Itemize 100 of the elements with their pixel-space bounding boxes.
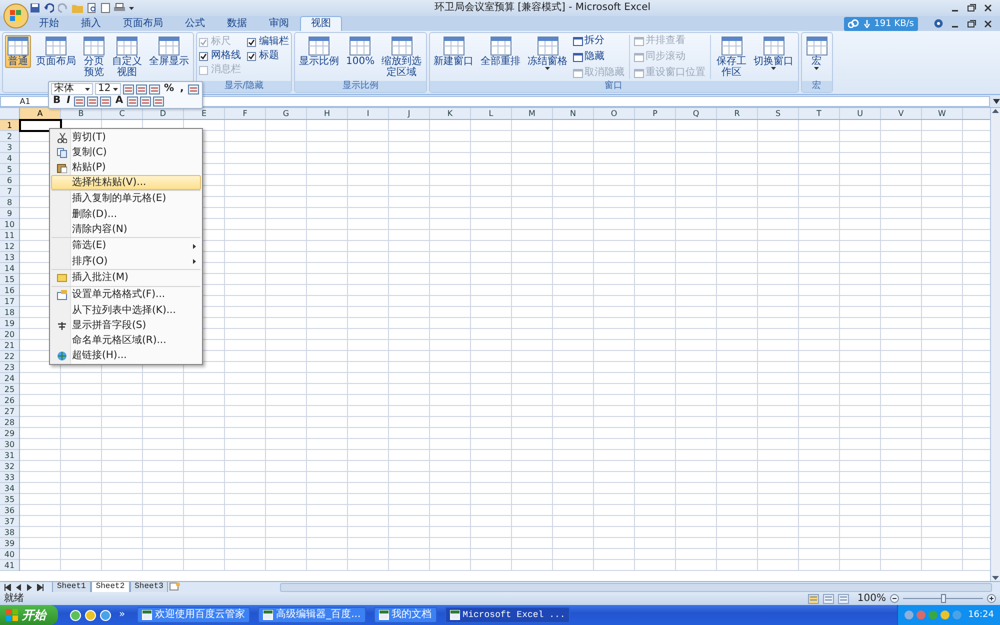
ribbon-button[interactable]: 宏 (804, 35, 830, 71)
document-icon[interactable] (101, 3, 110, 13)
toolbar-button[interactable]: I (64, 95, 72, 107)
ribbon-button[interactable]: 普通 (5, 35, 31, 68)
row-header[interactable]: 10 (0, 219, 19, 230)
column-header[interactable]: W (922, 108, 963, 119)
row-header[interactable]: 33 (0, 472, 19, 483)
restore-icon[interactable] (967, 4, 976, 12)
checkbox[interactable] (199, 52, 208, 60)
ribbon-tab[interactable]: 插入 (70, 16, 112, 31)
taskbar-button[interactable]: 我的文档 (374, 607, 437, 623)
ribbon-tab[interactable]: 公式 (174, 16, 216, 31)
caret-icon[interactable] (129, 6, 134, 10)
zoom-out-icon[interactable] (890, 594, 899, 603)
row-header[interactable]: 40 (0, 549, 19, 560)
column-header[interactable]: A (20, 108, 61, 119)
page-break-icon[interactable] (838, 594, 850, 604)
column-header[interactable]: O (594, 108, 635, 119)
slider-thumb[interactable] (940, 594, 946, 603)
sheet-tab[interactable]: Sheet3 (130, 582, 168, 592)
row-header[interactable]: 35 (0, 494, 19, 505)
row-header[interactable]: 34 (0, 483, 19, 494)
row-header[interactable]: 12 (0, 241, 19, 252)
menu-item[interactable]: 插入复制的单元格(E) (51, 190, 201, 207)
page-layout-icon[interactable] (823, 594, 834, 604)
row-header[interactable]: 18 (0, 307, 19, 318)
close-icon[interactable] (984, 4, 992, 12)
column-header[interactable]: F (225, 108, 266, 119)
toolbar-button[interactable]: % (162, 83, 176, 95)
zoom-in-icon[interactable] (987, 594, 996, 603)
ribbon-tab[interactable]: 数据 (216, 16, 258, 31)
ribbon-button[interactable]: 保存工作区 (714, 35, 749, 79)
row-header[interactable]: 1 (0, 120, 19, 131)
column-header[interactable]: I (348, 108, 389, 119)
expand-icon[interactable] (993, 98, 1000, 104)
ribbon-button[interactable]: 隐藏 (572, 51, 625, 63)
insert-sheet-icon[interactable] (168, 582, 182, 590)
ribbon-button[interactable]: 显示比例 (297, 35, 341, 68)
menu-item[interactable]: 显示拼音字段(S) (51, 318, 201, 333)
horizontal-scrollbar[interactable] (280, 582, 992, 592)
column-header[interactable]: J (389, 108, 430, 119)
menu-item[interactable]: 清除内容(N) (51, 222, 201, 237)
format-icon[interactable] (188, 84, 199, 94)
row-header[interactable]: 28 (0, 417, 19, 428)
taskbar-button[interactable]: 高级编辑器_百度... (258, 607, 366, 623)
save-icon[interactable] (30, 3, 40, 13)
taskbar-button[interactable]: Microsoft Excel ... (444, 607, 570, 623)
checkbox[interactable] (247, 52, 256, 60)
row-header[interactable]: 22 (0, 351, 19, 362)
circle-app-icon[interactable] (100, 610, 111, 620)
sheet-tab[interactable]: Sheet1 (52, 582, 91, 592)
row-header[interactable]: 27 (0, 406, 19, 417)
column-header[interactable]: V (881, 108, 922, 119)
column-header[interactable]: T (799, 108, 840, 119)
printer-icon[interactable] (114, 3, 125, 13)
row-header[interactable]: 9 (0, 208, 19, 219)
restore-icon[interactable] (967, 20, 976, 28)
row-header[interactable]: 36 (0, 505, 19, 516)
row-header[interactable]: 38 (0, 527, 19, 538)
row-header[interactable]: 19 (0, 318, 19, 329)
ribbon-tab[interactable]: 开始 (28, 16, 70, 31)
normal-view-icon[interactable] (808, 594, 820, 604)
ribbon-button[interactable]: 自定义视图 (110, 35, 144, 79)
row-header[interactable]: 6 (0, 175, 19, 186)
format-icon[interactable] (87, 96, 98, 106)
menu-item[interactable]: 删除(D)... (51, 207, 201, 222)
ribbon-tab[interactable]: 页面布局 (112, 16, 174, 31)
row-header[interactable]: 26 (0, 395, 19, 406)
toolbar-button[interactable]: A (113, 95, 126, 107)
menu-item[interactable]: 复制(C) (51, 145, 201, 160)
circle-app-icon[interactable] (85, 610, 96, 620)
font-size-field[interactable]: 12 (95, 83, 121, 95)
row-header[interactable]: 41 (0, 560, 19, 571)
format-icon[interactable] (74, 96, 86, 106)
row-header[interactable]: 37 (0, 516, 19, 527)
help-icon[interactable] (934, 19, 943, 28)
column-header[interactable]: L (471, 108, 512, 119)
format-icon[interactable] (149, 84, 160, 94)
column-header[interactable]: R (717, 108, 758, 119)
toolbar-button[interactable]: , (178, 83, 186, 95)
column-header[interactable]: P (635, 108, 676, 119)
toolbar-button[interactable]: B (51, 95, 63, 107)
menu-item[interactable]: 排序(O) (51, 254, 201, 269)
row-header[interactable]: 11 (0, 230, 19, 241)
taskbar-button[interactable]: 欢迎使用百度云管家 (137, 607, 250, 623)
menu-item[interactable]: 设置单元格格式(F)... (51, 286, 201, 303)
row-header[interactable]: 16 (0, 285, 19, 296)
close-icon[interactable] (984, 20, 992, 28)
circle-app-icon[interactable] (70, 610, 81, 620)
row-header[interactable]: 3 (0, 142, 19, 153)
format-icon[interactable] (153, 96, 164, 106)
row-header[interactable]: 8 (0, 197, 19, 208)
format-icon[interactable] (127, 96, 138, 106)
column-header[interactable]: G (266, 108, 307, 119)
menu-item[interactable]: 剪切(T) (51, 130, 201, 145)
row-header[interactable]: 24 (0, 373, 19, 384)
row-header[interactable]: 13 (0, 252, 19, 263)
menu-item[interactable]: 从下拉列表中选择(K)... (51, 303, 201, 318)
row-header[interactable]: 17 (0, 296, 19, 307)
row-header[interactable]: 29 (0, 428, 19, 439)
